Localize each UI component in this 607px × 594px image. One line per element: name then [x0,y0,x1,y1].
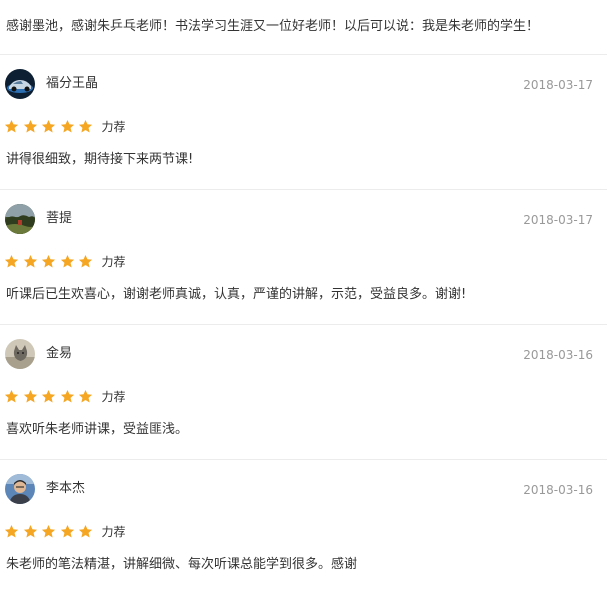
star-icon [78,119,93,134]
star-icon [60,254,75,269]
star-icon [41,254,56,269]
rating-label: 力荐 [101,524,126,539]
review-item: 金易 2018-03-16 力荐 喜欢听朱老师讲课，受益匪浅。 [0,325,607,459]
star-icon [23,524,38,539]
review-date: 2018-03-17 [523,78,593,92]
review-text: 喜欢听朱老师讲课，受益匪浅。 [6,422,189,437]
star-icon [60,524,75,539]
reviewer-name[interactable]: 李本杰 [46,481,85,497]
star-icon [78,254,93,269]
reviewer-name[interactable]: 菩提 [46,211,72,227]
star-icon [41,119,56,134]
review-text: 讲得很细致，期待接下来两节课! [6,152,194,167]
rating-label: 力荐 [101,389,126,404]
person-avatar-icon[interactable] [5,474,35,504]
review-item: 福分王晶 2018-03-17 力荐 讲得很细致，期待接下来两节课! [0,55,607,189]
cat-avatar-icon[interactable] [5,339,35,369]
review-date: 2018-03-16 [523,348,593,362]
star-icon [41,524,56,539]
star-rating: 力荐 [4,388,126,404]
star-icon [23,389,38,404]
star-icon [78,524,93,539]
star-rating: 力荐 [4,118,126,134]
star-icon [60,119,75,134]
star-icon [78,389,93,404]
star-rating: 力荐 [4,523,126,539]
review-date: 2018-03-16 [523,483,593,497]
star-icon [4,524,19,539]
reviewer-name[interactable]: 福分王晶 [46,76,98,92]
star-rating: 力荐 [4,253,126,269]
review-text: 听课后已生欢喜心，谢谢老师真诚，认真，严谨的讲解，示范，受益良多。谢谢! [6,287,467,302]
star-icon [60,389,75,404]
review-item: 李本杰 2018-03-16 力荐 朱老师的笔法精湛，讲解细微、每次听课总能学到… [0,460,607,594]
car-avatar-icon[interactable] [5,69,35,99]
landscape-avatar-icon[interactable] [5,204,35,234]
rating-label: 力荐 [101,119,126,134]
review-date: 2018-03-17 [523,213,593,227]
star-icon [4,389,19,404]
star-icon [23,119,38,134]
review-item: 菩提 2018-03-17 力荐 听课后已生欢喜心，谢谢老师真诚，认真，严谨的讲… [0,190,607,324]
review-text: 朱老师的笔法精湛，讲解细微、每次听课总能学到很多。感谢 [6,557,358,572]
review-text-intro: 感谢墨池，感谢朱乒乓老师！书法学习生涯又一位好老师！以后可以说：我是朱老师的学生… [6,19,540,34]
star-icon [4,119,19,134]
rating-label: 力荐 [101,254,126,269]
star-icon [4,254,19,269]
star-icon [41,389,56,404]
star-icon [23,254,38,269]
reviewer-name[interactable]: 金易 [46,346,72,362]
